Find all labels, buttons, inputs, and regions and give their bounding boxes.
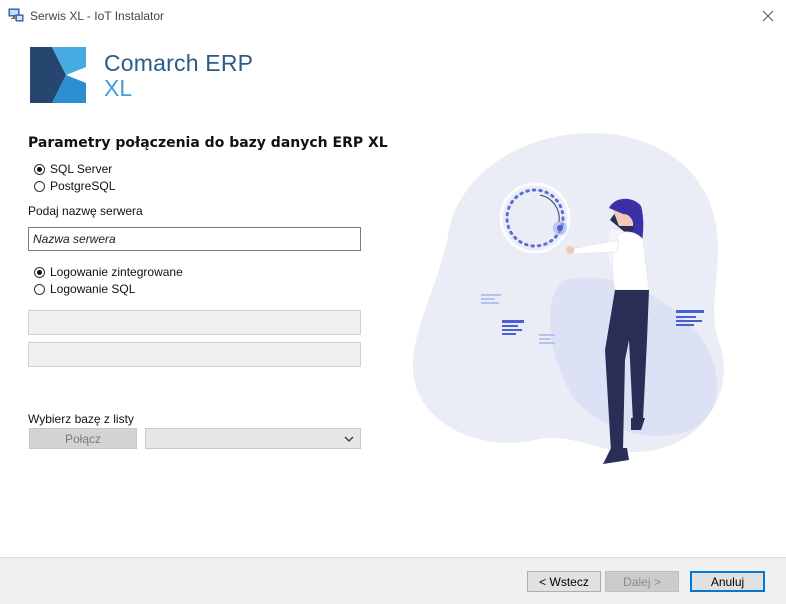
radio-indicator[interactable] <box>34 180 45 192</box>
radio-indicator[interactable] <box>34 283 45 295</box>
server-name-input[interactable] <box>28 227 361 251</box>
radio-postgresql[interactable]: PostgreSQL <box>34 179 115 193</box>
illustration-woman-touching-icon <box>412 132 724 464</box>
password-input[interactable] <box>28 342 361 367</box>
radio-label: Logowanie SQL <box>50 282 136 296</box>
radio-sql-server[interactable]: SQL Server <box>34 162 112 176</box>
radio-indicator[interactable] <box>34 163 45 175</box>
brand-name: Comarch ERP <box>104 50 254 76</box>
close-icon <box>762 10 774 22</box>
radio-label: PostgreSQL <box>50 179 116 193</box>
radio-integrated-login[interactable]: Logowanie zintegrowane <box>34 265 183 279</box>
chevron-down-icon <box>344 436 354 442</box>
radio-label: SQL Server <box>50 162 113 176</box>
title-bar: Serwis XL - IoT Instalator <box>0 0 786 32</box>
radio-sql-login[interactable]: Logowanie SQL <box>34 282 135 296</box>
window-title: Serwis XL - IoT Instalator <box>30 9 165 23</box>
database-label: Wybierz bazę z listy <box>28 412 134 426</box>
computer-network-icon <box>8 8 24 22</box>
server-label: Podaj nazwę serwera <box>28 204 143 218</box>
close-button[interactable] <box>756 4 780 28</box>
comarch-logo-icon <box>30 47 86 103</box>
database-select[interactable] <box>145 428 361 449</box>
radio-indicator[interactable] <box>34 266 45 278</box>
cancel-button[interactable]: Anuluj <box>690 571 765 592</box>
radio-label: Logowanie zintegrowane <box>50 265 183 279</box>
login-input[interactable] <box>28 310 361 335</box>
section-title: Parametry połączenia do bazy danych ERP … <box>28 135 388 151</box>
next-button[interactable]: Dalej > <box>605 571 679 592</box>
connect-button[interactable]: Połącz <box>29 428 137 449</box>
brand-product: XL <box>104 75 133 101</box>
back-button[interactable]: < Wstecz <box>527 571 601 592</box>
